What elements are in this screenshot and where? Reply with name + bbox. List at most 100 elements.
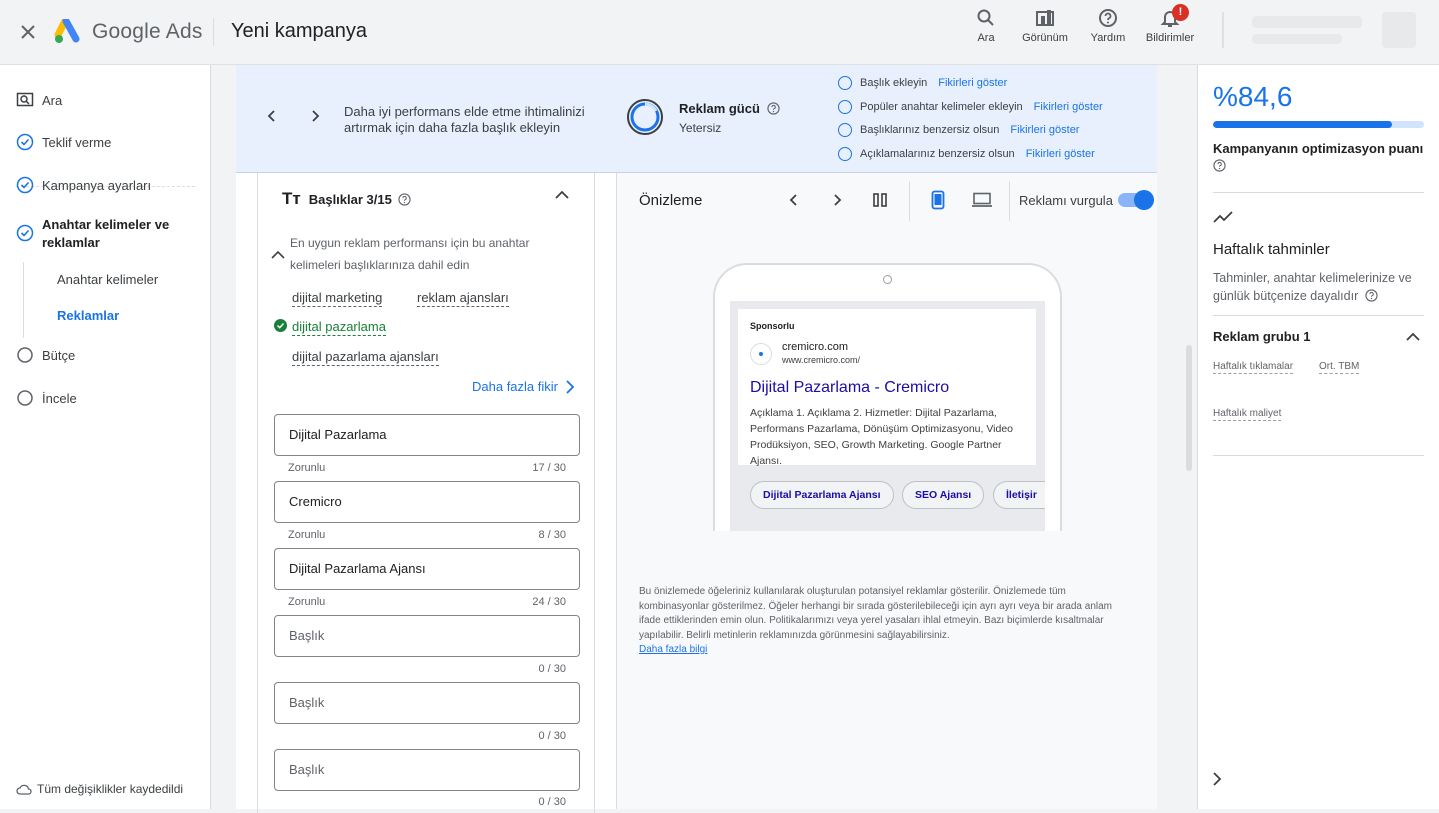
optimization-label-text: Kampanyanın optimizasyon puanı — [1213, 141, 1424, 156]
weekly-cost-label: Haftalık maliyet — [1213, 408, 1282, 421]
chevron-left-icon[interactable] — [265, 109, 279, 123]
tip-add-keywords: Popüler anahtar kelimeler ekleyin Fikirl… — [838, 100, 1103, 114]
appearance-tool-button[interactable]: Görünüm — [1018, 8, 1072, 44]
headlines-title: Başlıklar 3/15 — [308, 191, 392, 207]
optimization-score: %84,6 — [1213, 81, 1293, 112]
avg-cpc-label: Ort. TBM — [1319, 361, 1360, 374]
chevron-up-icon[interactable] — [1404, 330, 1422, 344]
weekly-forecast-title: Haftalık tahminler — [1213, 241, 1330, 258]
show-ideas-link[interactable]: Fikirleri göster — [1010, 124, 1079, 136]
headline-field-4[interactable]: Başlık — [274, 615, 580, 657]
preview-title: Önizleme — [639, 192, 703, 209]
mobile-device-icon[interactable] — [931, 190, 945, 210]
headlines-header: Tт Başlıklar 3/15 — [282, 189, 411, 209]
sidebar-item-campaign-settings[interactable]: Kampanya ayarları — [16, 176, 151, 194]
toolbar-divider — [1009, 181, 1010, 221]
help-icon[interactable] — [1213, 159, 1226, 172]
highlight-ad-toggle[interactable] — [1118, 190, 1154, 210]
keyword-suggestion[interactable]: reklam ajansları — [417, 290, 509, 307]
phone-frame: Sponsorlu cremicro.com www.cremicro.com/… — [713, 263, 1062, 531]
keyword-suggestion-used[interactable]: dijital pazarlama — [292, 319, 386, 336]
close-icon[interactable] — [16, 20, 40, 44]
page-title: Yeni kampanya — [231, 20, 368, 42]
sidebar-item-search[interactable]: Ara — [16, 91, 62, 109]
help-icon[interactable] — [766, 102, 780, 115]
keyword-suggestion[interactable]: dijital marketing — [292, 290, 383, 307]
divider — [1213, 455, 1424, 456]
chevron-up-icon[interactable] — [553, 188, 571, 202]
headline-field-1[interactable]: Dijital Pazarlama — [274, 414, 580, 456]
help-tool-button[interactable]: Yardım — [1087, 8, 1129, 44]
check-circle-icon — [16, 133, 34, 151]
chevron-left-icon[interactable] — [787, 192, 801, 208]
sidebar-item-bidding[interactable]: Teklif verme — [16, 133, 111, 151]
tip-status-circle — [838, 100, 852, 114]
appearance-icon — [1036, 10, 1054, 26]
more-ideas-label: Daha fazla fikir — [472, 379, 558, 394]
search-tool-button[interactable]: Ara — [970, 8, 1002, 44]
divider — [1213, 315, 1424, 316]
headline-field-2[interactable]: Cremicro — [274, 481, 580, 523]
keyword-hint: En uygun reklam performansı için bu anah… — [290, 236, 530, 272]
toolbar-divider — [909, 181, 910, 221]
check-circle-icon — [16, 176, 34, 194]
sidebar-item-review[interactable]: İncele — [16, 389, 77, 407]
show-ideas-link[interactable]: Fikirleri göster — [1034, 101, 1103, 113]
text-format-icon: Tт — [282, 189, 301, 208]
pause-columns-icon[interactable] — [872, 193, 888, 207]
save-status: Tüm değişiklikler kaydedildi — [16, 782, 183, 796]
ad-strength-ring — [627, 99, 663, 135]
scrollbar-thumb[interactable] — [1186, 345, 1192, 471]
headline-field-6[interactable]: Başlık — [274, 749, 580, 791]
highlight-ad-label: Reklamı vurgula — [1019, 193, 1113, 208]
chevron-right-icon[interactable] — [308, 109, 322, 123]
save-status-text: Tüm değişiklikler kaydedildi — [37, 782, 184, 796]
help-tool-label: Yardım — [1090, 32, 1126, 44]
char-count: 0 / 30 — [538, 663, 566, 675]
toggle-knob — [1134, 190, 1154, 210]
sidebar-item-label: Anahtar kelimeler ve reklamlar — [42, 217, 170, 250]
show-ideas-link[interactable]: Fikirleri göster — [1026, 148, 1095, 160]
phone-screen: Sponsorlu cremicro.com www.cremicro.com/… — [730, 301, 1045, 531]
sitelink-chip: SEO Ajansı — [902, 481, 985, 509]
char-count: 24 / 30 — [532, 596, 566, 608]
keyword-suggestion[interactable]: dijital pazarlama ajansları — [292, 349, 439, 366]
sidebar-item-keywords-and-ads[interactable]: Anahtar kelimeler ve reklamlar — [16, 216, 186, 252]
nav-tree-line — [23, 262, 24, 338]
sitelink-chip: Dijital Pazarlama Ajansı — [750, 481, 894, 509]
ad-description: Açıklama 1. Açıklama 2. Hizmetler: Dijit… — [750, 407, 1014, 467]
sidebar-item-label: Anahtar kelimeler — [57, 272, 159, 287]
field-helper: 0 / 30 — [288, 663, 566, 675]
field-helper: Zorunlu 24 / 30 — [288, 596, 566, 608]
sidebar-subitem-keywords[interactable]: Anahtar kelimeler — [57, 272, 158, 287]
learn-more-link[interactable]: Daha fazla bilgi — [639, 643, 1133, 658]
headline-field-5[interactable]: Başlık — [274, 682, 580, 724]
desktop-device-icon[interactable] — [971, 192, 993, 208]
tip-status-circle — [838, 147, 852, 161]
field-required-text: Zorunlu — [288, 529, 326, 541]
tip-add-headline: Başlık ekleyin Fikirleri göster — [838, 76, 1007, 90]
left-nav: Ara Teklif verme Kampanya ayarları Anaht… — [0, 65, 211, 809]
sidebar-item-budget[interactable]: Bütçe — [16, 346, 75, 364]
empty-circle-icon — [17, 390, 33, 406]
check-circle-filled-icon — [274, 319, 287, 332]
chevron-up-icon[interactable] — [270, 249, 286, 261]
site-favicon-icon — [750, 343, 772, 365]
search-icon — [977, 9, 994, 26]
more-ideas-button[interactable]: Daha fazla fikir — [472, 379, 576, 394]
sidebar-item-label: Teklif verme — [42, 134, 112, 150]
ad-strength-label-text: Reklam gücü — [679, 101, 760, 116]
ad-strength-label: Reklam gücü — [679, 101, 780, 116]
notifications-tool-button[interactable]: Bildirimler — [1140, 8, 1200, 44]
chevron-right-icon[interactable] — [830, 192, 844, 208]
show-ideas-link[interactable]: Fikirleri göster — [938, 77, 1007, 89]
sidebar-subitem-ads[interactable]: Reklamlar — [57, 308, 119, 323]
help-icon[interactable] — [398, 192, 411, 206]
headline-field-3[interactable]: Dijital Pazarlama Ajansı — [274, 548, 580, 590]
ad-group-title: Reklam grubu 1 — [1213, 329, 1311, 344]
sidebar-item-label: İncele — [42, 390, 77, 406]
chevron-right-icon[interactable] — [1210, 771, 1224, 787]
help-icon[interactable] — [1365, 289, 1378, 302]
search-screen-icon — [16, 92, 34, 107]
account-area[interactable] — [1222, 8, 1418, 52]
